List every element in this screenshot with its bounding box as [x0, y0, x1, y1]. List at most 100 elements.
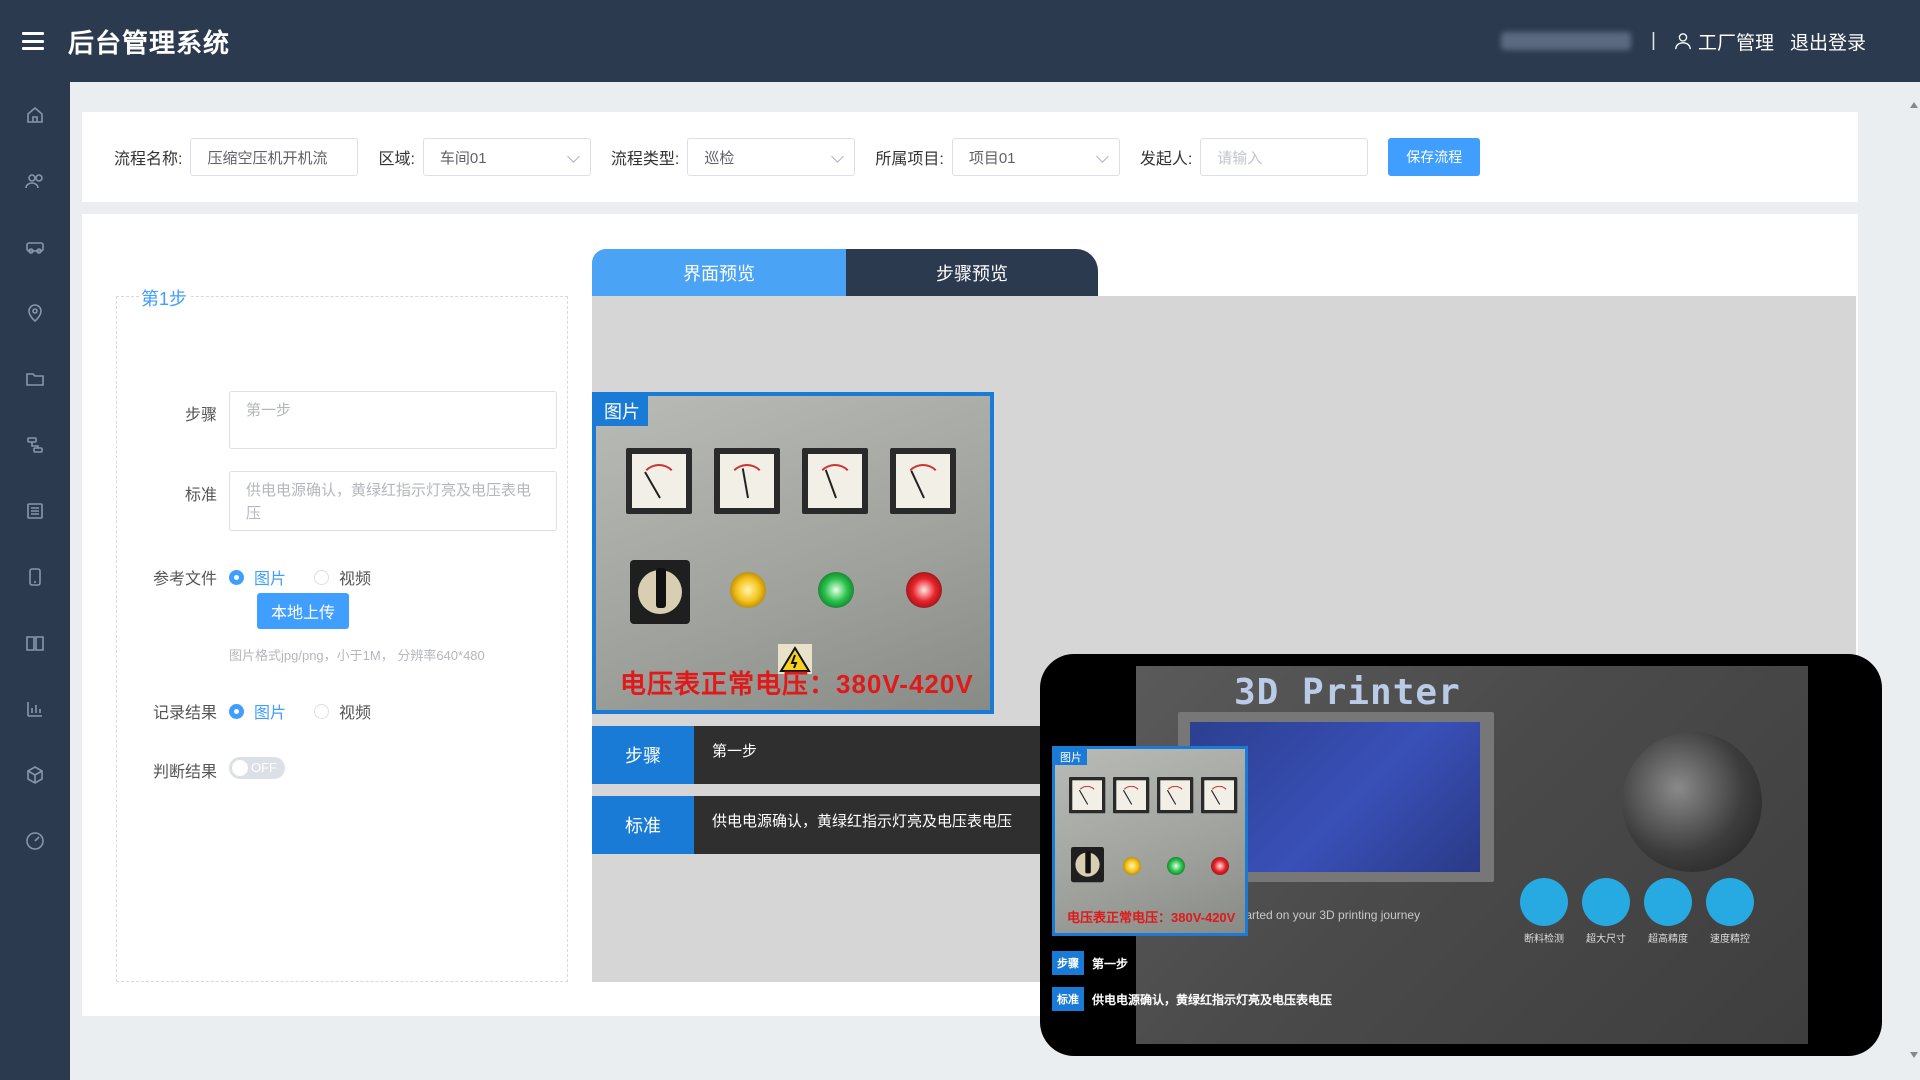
printer-dial-icon — [1622, 732, 1762, 872]
ammeter-icon — [1201, 777, 1238, 814]
record-radio-video[interactable]: 视频 — [314, 699, 371, 723]
feature-large-size: 超大尺寸 — [1582, 878, 1630, 945]
phone-preview: 3D Printer tarted on your 3D printing jo… — [1040, 654, 1882, 1056]
initiator-label: 发起人: — [1139, 151, 1193, 168]
phone-image-frame: 图片 电压表正常电压：380V-420V — [1052, 746, 1248, 936]
electrical-panel-photo — [596, 396, 990, 710]
area-select[interactable]: 车间01 — [422, 138, 591, 176]
logout-link[interactable]: 退出登录 — [1790, 28, 1866, 55]
ammeter-icon — [802, 448, 868, 514]
green-lamp-icon — [1167, 857, 1185, 875]
sidebar-item-home[interactable] — [0, 82, 70, 148]
device-icon — [29, 568, 41, 586]
sidebar-item-gauge[interactable] — [0, 808, 70, 874]
expand-icon — [1582, 878, 1630, 926]
chevron-down-icon — [831, 150, 845, 163]
area-label: 区域: — [378, 151, 415, 168]
sidebar-item-box[interactable] — [0, 742, 70, 808]
area-value: 车间01 — [439, 149, 487, 167]
scroll-down-arrow-icon[interactable] — [1910, 1052, 1918, 1058]
phone-standard-key: 标准 — [1052, 987, 1084, 1011]
judge-result-toggle[interactable]: OFF — [229, 757, 285, 779]
local-upload-button[interactable]: 本地上传 — [257, 593, 349, 629]
rotary-switch-icon — [1071, 847, 1104, 883]
sidebar-item-vehicle[interactable] — [0, 214, 70, 280]
standard-textarea[interactable]: 供电电源确认，黄绿红指示灯亮及电压表电压 — [229, 471, 557, 531]
yellow-lamp-icon — [1123, 857, 1141, 875]
sidebar-item-list[interactable] — [0, 478, 70, 544]
process-name-input[interactable]: 压缩空压机开机流 — [190, 138, 359, 176]
step-title: 第1步 — [139, 285, 190, 311]
step-panel: 第1步 步骤 第一步 标准 供电电源确认，黄绿红指示灯亮及电压表电压 参考文件 … — [116, 285, 568, 982]
eye-icon — [1520, 878, 1568, 926]
rotary-switch-icon — [630, 560, 690, 624]
header-separator: | — [1651, 30, 1656, 51]
flow-icon — [27, 437, 43, 453]
feature-high-precision: 超高精度 — [1644, 878, 1692, 945]
sidebar-item-book[interactable] — [0, 610, 70, 676]
chevron-down-icon — [1095, 150, 1109, 163]
phone-standard-row: 标准 供电电源确认，黄绿红指示灯亮及电压表电压 — [1052, 986, 1808, 1012]
record-result-label: 记录结果 — [152, 705, 217, 722]
chart-icon — [27, 702, 42, 717]
process-name-label: 流程名称: — [114, 151, 183, 168]
hamburger-menu-icon[interactable] — [22, 32, 44, 50]
ammeter-icon — [1157, 777, 1194, 814]
step-textarea[interactable]: 第一步 — [229, 391, 557, 449]
app-title: 后台管理系统 — [68, 27, 231, 58]
top-right-area: | 工厂管理 退出登录 — [1501, 0, 1866, 82]
reference-radio-video[interactable]: 视频 — [314, 565, 371, 589]
phone-step-key: 步骤 — [1052, 951, 1084, 975]
ammeter-icon — [1113, 777, 1150, 814]
role-link[interactable]: 工厂管理 — [1698, 28, 1774, 55]
preview-step-key: 步骤 — [592, 726, 694, 784]
phone-step-value: 第一步 — [1092, 956, 1129, 971]
tab-ui-preview[interactable]: 界面预览 — [592, 249, 846, 296]
image-badge: 图片 — [596, 396, 648, 426]
toggle-knob — [232, 760, 248, 776]
record-radio-image[interactable]: 图片 — [229, 699, 286, 723]
crosshair-icon — [1644, 878, 1692, 926]
printer-journey-text: tarted on your 3D printing journey — [1242, 908, 1421, 922]
tab-steps-preview[interactable]: 步骤预览 — [846, 249, 1098, 296]
toggle-state-label: OFF — [251, 760, 277, 775]
standard-label: 标准 — [184, 487, 217, 504]
voltmeter-icon — [1069, 777, 1106, 814]
speedometer-icon — [1706, 878, 1754, 926]
sidebar-item-location[interactable] — [0, 280, 70, 346]
scroll-up-arrow-icon[interactable] — [1910, 102, 1918, 108]
chevron-down-icon — [567, 150, 580, 163]
top-bar: 后台管理系统 | 工厂管理 退出登录 — [0, 0, 1920, 82]
sidebar — [0, 82, 70, 1080]
voltmeter-icon — [626, 448, 692, 514]
project-label: 所属项目: — [875, 151, 944, 168]
feature-speed-control: 速度精控 — [1706, 878, 1754, 945]
phone-voltage-text: 电压表正常电压：380V-420V — [1067, 910, 1236, 925]
reference-radio-image[interactable]: 图片 — [229, 565, 286, 589]
phone-step-row: 步骤 第一步 — [1052, 950, 1808, 976]
feature-filament-detect: 断料检测 — [1520, 878, 1568, 945]
sidebar-item-device[interactable] — [0, 544, 70, 610]
judge-result-label: 判断结果 — [152, 764, 217, 781]
red-lamp-icon — [1211, 857, 1229, 875]
sidebar-item-flow[interactable] — [0, 412, 70, 478]
red-lamp-icon — [906, 572, 942, 608]
initiator-input[interactable]: 请输入 — [1200, 138, 1369, 176]
phone-standard-value: 供电电源确认，黄绿红指示灯亮及电压表电压 — [1092, 992, 1333, 1007]
users-icon — [25, 174, 43, 189]
step-label: 步骤 — [184, 407, 217, 424]
sidebar-item-users[interactable] — [0, 148, 70, 214]
sidebar-item-chart[interactable] — [0, 676, 70, 742]
save-process-button[interactable]: 保存流程 — [1388, 138, 1481, 176]
book-icon — [26, 636, 44, 651]
sidebar-item-folder[interactable] — [0, 346, 70, 412]
process-form: 流程名称: 压缩空压机开机流 区域: 车间01 流程类型: 巡检 所属项目: 项… — [82, 112, 1858, 202]
process-type-value: 巡检 — [704, 149, 735, 167]
green-lamp-icon — [818, 572, 854, 608]
folder-icon — [26, 373, 44, 386]
reference-file-radio-group: 图片 视频 — [229, 565, 399, 589]
project-select[interactable]: 项目01 — [951, 138, 1120, 176]
process-type-select[interactable]: 巡检 — [687, 138, 856, 176]
preview-image-frame: 图片 电压表正常电压：380V-420V — [592, 392, 994, 714]
upload-hint: 图片格式jpg/png，小于1M， 分辨率640*480 — [229, 648, 485, 663]
